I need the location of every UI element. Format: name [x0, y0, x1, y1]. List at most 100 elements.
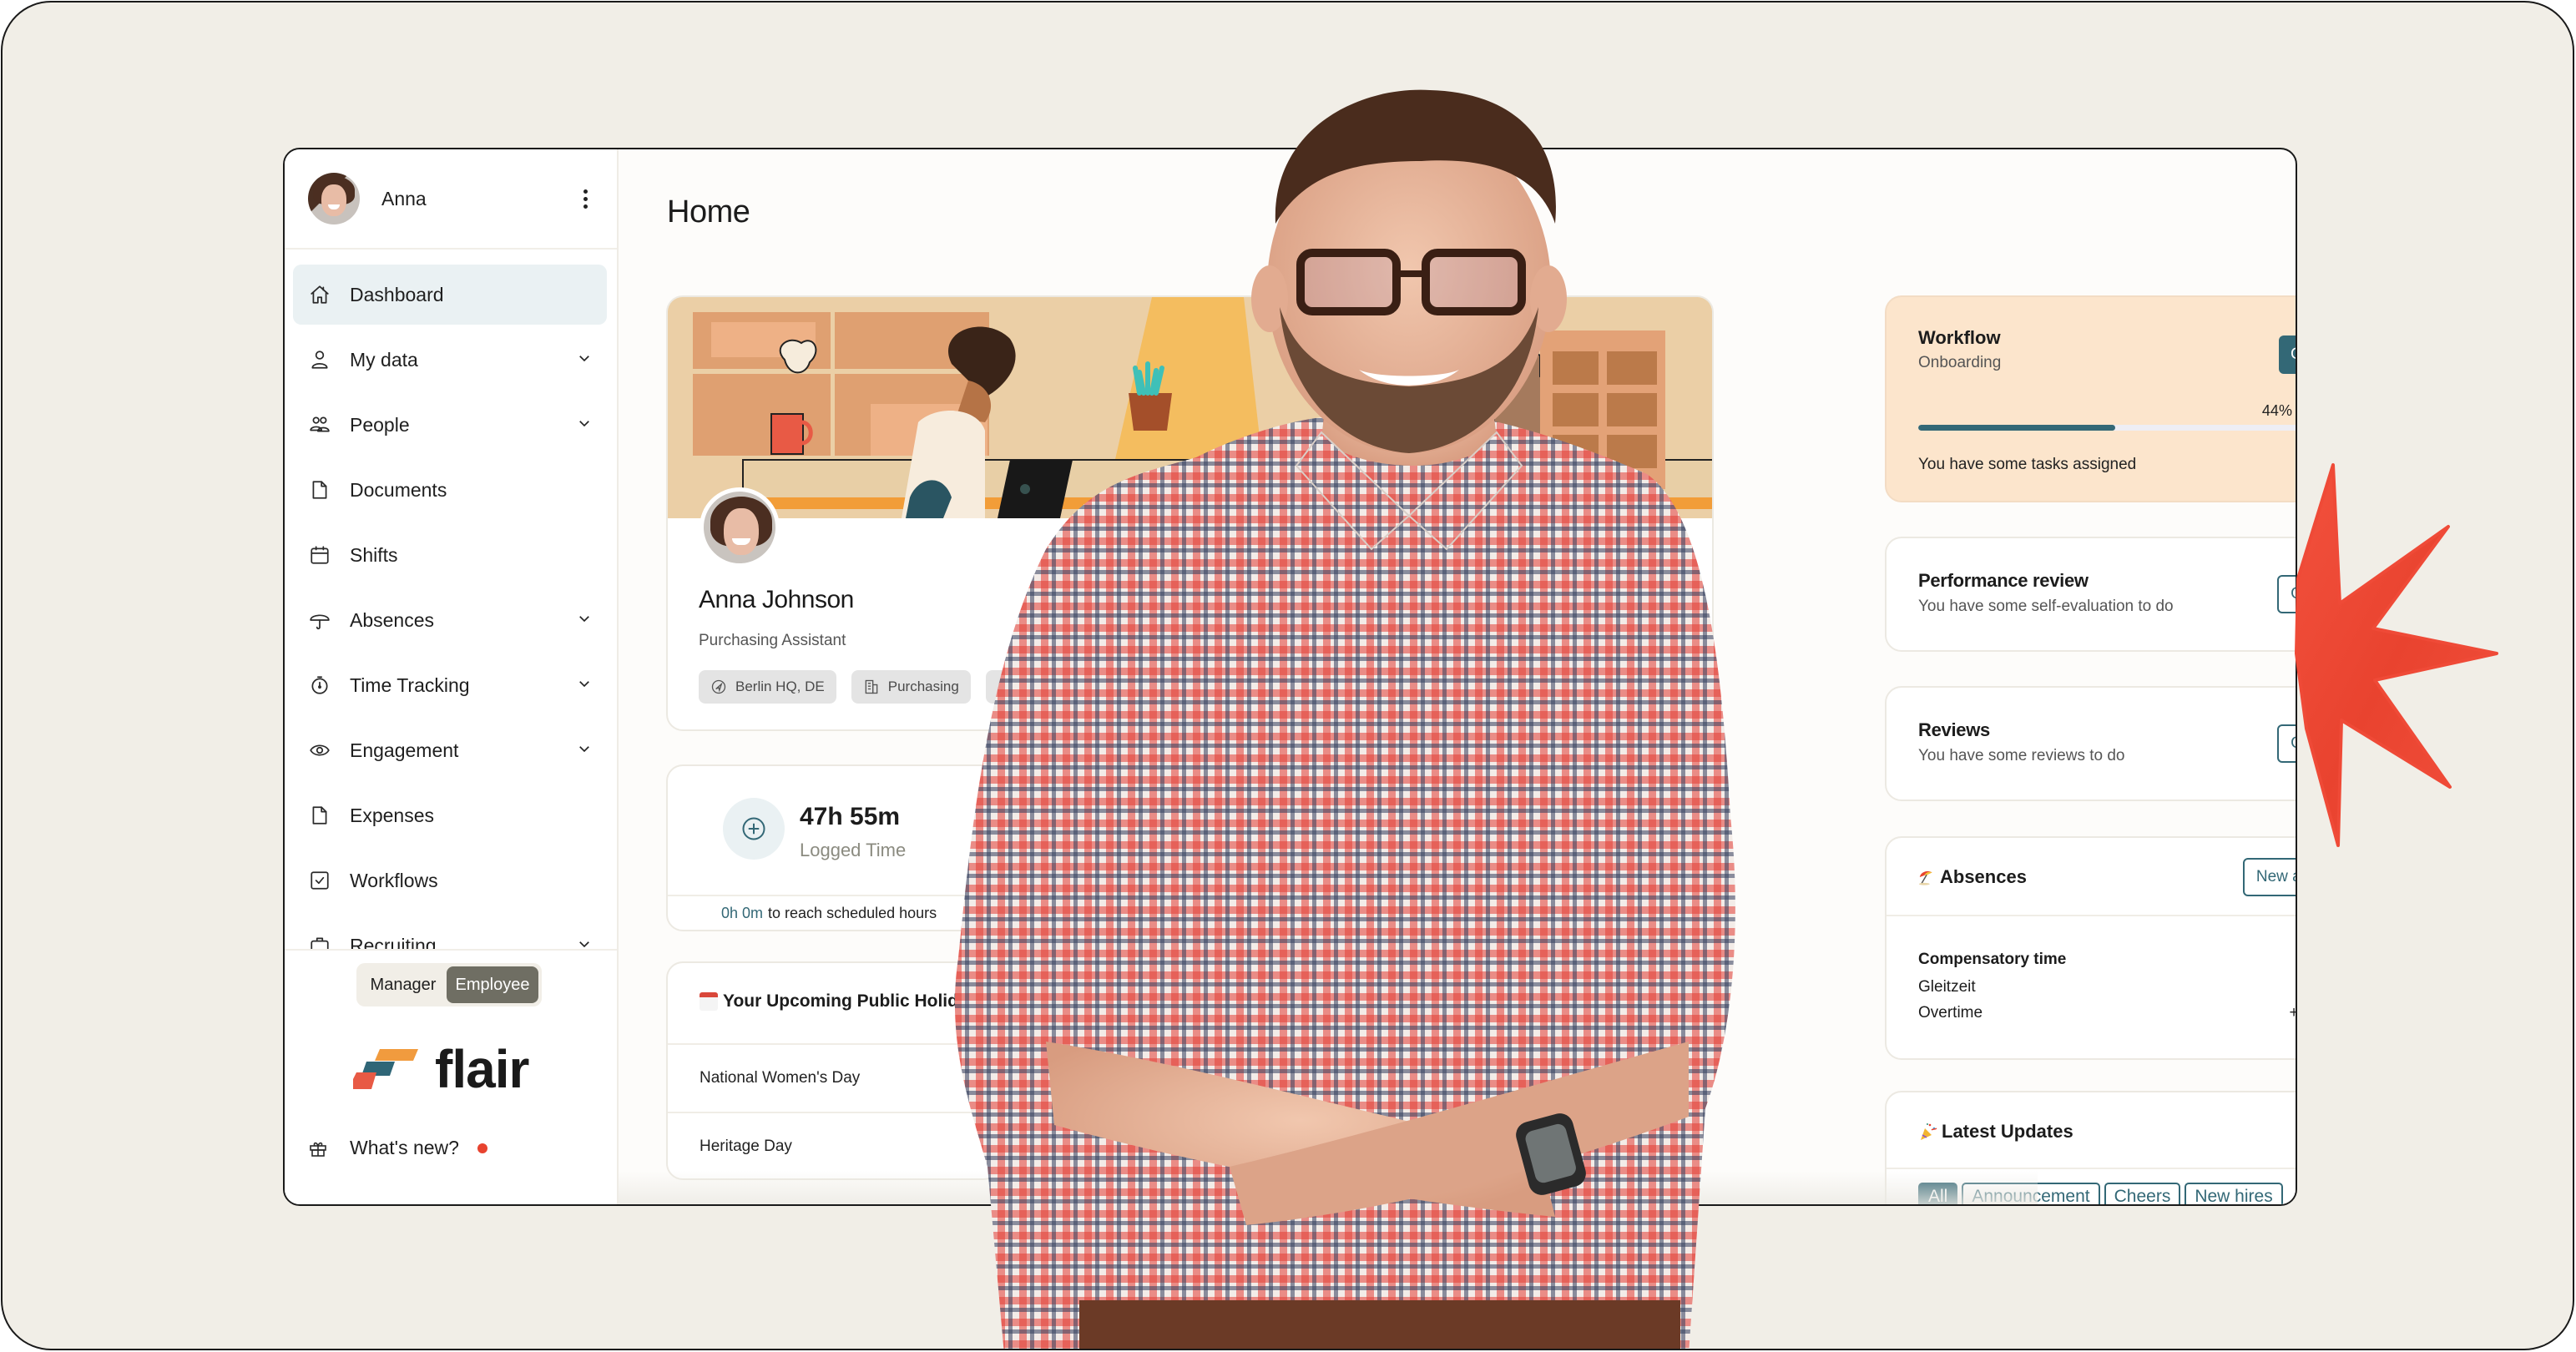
notification-dot: [477, 1143, 487, 1153]
latest-updates-title-text: Latest Updates: [1942, 1121, 2073, 1142]
gift-icon: [310, 1142, 326, 1157]
whats-new-label: What's new?: [350, 1137, 459, 1158]
filter-announcement[interactable]: Announcement: [1962, 1183, 2100, 1204]
holiday-item[interactable]: National Women's Day: [668, 1043, 998, 1112]
sidebar-item-dashboard[interactable]: Dashboard: [293, 265, 607, 325]
row-value: +8h 28m: [2290, 1004, 2296, 1022]
filter-all[interactable]: All: [1918, 1183, 1958, 1204]
more-options-icon[interactable]: [575, 186, 595, 211]
party-popper-icon: [1921, 1123, 1937, 1140]
home-icon: [308, 283, 331, 306]
workflow-progress-label: 44% completed: [2261, 402, 2296, 419]
user-name: Anna: [381, 187, 427, 209]
sidebar-item-label: My data: [350, 348, 418, 371]
office-illustration-icon: [668, 297, 1712, 518]
flair-logo: flair: [351, 1042, 529, 1096]
sidebar-item-expenses[interactable]: Expenses: [293, 785, 607, 845]
location-icon: [711, 679, 726, 694]
reviews-subtitle: You have some reviews to do: [1918, 747, 2125, 764]
holidays-title: Your Upcoming Public Holida: [700, 991, 968, 1011]
profile-avatar[interactable]: [700, 487, 780, 568]
sidebar-item-shifts[interactable]: Shifts: [293, 525, 607, 585]
chip-label: 7: [1022, 679, 1031, 694]
filter-cheers[interactable]: Cheers: [2104, 1183, 2181, 1204]
profile-chips: Berlin HQ, DE Purchasing 7: [699, 670, 1043, 704]
updates-filters: All Announcement Cheers New hires: [1918, 1183, 2283, 1204]
chip-label: Purchasing: [887, 679, 959, 694]
chevron-down-icon[interactable]: [577, 741, 592, 760]
profile-role: Purchasing Assistant: [699, 632, 846, 649]
compensatory-time-heading: Compensatory time: [1918, 951, 2067, 968]
calendar-icon: [308, 543, 331, 567]
plus-circle-icon: [742, 817, 765, 840]
chevron-down-icon[interactable]: [577, 936, 592, 950]
reviews-card: Reviews You have some reviews to do Go t…: [1885, 686, 2296, 801]
profile-card: Anna Johnson Purchasing Assistant Berlin…: [666, 295, 1714, 731]
absences-title: Absences: [1918, 866, 2027, 888]
sidebar: Anna Dashboard My data People Documents …: [285, 149, 619, 1204]
divider: [1887, 1168, 2296, 1169]
sidebar-item-people[interactable]: People: [293, 395, 607, 455]
page-title: Home: [667, 194, 750, 230]
holidays-title-text: Your Upcoming Public Holida: [723, 991, 968, 1011]
workflow-card: Workflow Onboarding Continue 44% complet…: [1885, 295, 2296, 502]
sidebar-nav: Dashboard My data People Documents Shift…: [285, 250, 617, 951]
workflow-progress-bar: [1918, 425, 2296, 431]
compensatory-row: Overtime +8h 28m: [1918, 1004, 2296, 1022]
sidebar-item-time-tracking[interactable]: Time Tracking: [293, 655, 607, 715]
continue-button[interactable]: Continue: [2278, 335, 2296, 374]
sidebar-item-label: Time Tracking: [350, 673, 470, 696]
sidebar-item-label: People: [350, 413, 410, 436]
latest-updates-title: Latest Updates: [1918, 1121, 2073, 1143]
document-icon: [308, 478, 331, 502]
app-window: Anna Dashboard My data People Documents …: [283, 148, 2297, 1206]
department-chip[interactable]: Purchasing: [851, 670, 971, 704]
performance-review-card: Performance review You have some self-ev…: [1885, 537, 2296, 652]
sidebar-item-engagement[interactable]: Engagement: [293, 720, 607, 780]
whats-new-link[interactable]: What's new?: [308, 1137, 487, 1159]
stopwatch-icon: [308, 673, 331, 697]
workflow-subtitle: Onboarding: [1918, 354, 2002, 371]
chevron-down-icon[interactable]: [577, 416, 592, 435]
performance-review-subtitle: You have some self-evaluation to do: [1918, 598, 2174, 615]
sidebar-item-workflows[interactable]: Workflows: [293, 850, 607, 911]
holiday-item[interactable]: Heritage Day: [668, 1112, 998, 1178]
compensatory-row: Gleitzeit +1229h: [1918, 978, 2296, 996]
new-absence-button[interactable]: New absence: [2242, 858, 2296, 896]
divider: [1887, 915, 2296, 916]
start-date-chip[interactable]: 7: [985, 670, 1043, 704]
user-icon: [308, 348, 331, 371]
flair-logo-mark-icon: [353, 1049, 418, 1089]
briefcase-icon: [308, 934, 331, 949]
logged-time-value: 47h 55m: [800, 803, 901, 830]
checkbox-icon: [308, 869, 331, 892]
row-label: Overtime: [1918, 1004, 1983, 1022]
scheduled-hours-note: 0h 0m to reach scheduled hours: [668, 895, 998, 930]
sidebar-item-absences[interactable]: Absences: [293, 590, 607, 650]
sidebar-item-label: Recruiting: [350, 934, 437, 951]
public-holidays-card: Your Upcoming Public Holida National Wom…: [666, 961, 1000, 1180]
latest-updates-card: Latest Updates All Announcement Cheers N…: [1885, 1091, 2296, 1204]
avatar[interactable]: [308, 173, 360, 224]
workflow-note: You have some tasks assigned: [1918, 456, 2137, 473]
role-employee-button[interactable]: Employee: [447, 966, 538, 1003]
chevron-down-icon[interactable]: [577, 351, 592, 370]
add-time-button[interactable]: [723, 798, 785, 860]
sidebar-item-label: Engagement: [350, 739, 459, 761]
chevron-down-icon[interactable]: [577, 676, 592, 695]
sidebar-item-documents[interactable]: Documents: [293, 460, 607, 520]
filter-new-hires[interactable]: New hires: [2185, 1183, 2283, 1204]
sidebar-item-label: Absences: [350, 608, 435, 631]
performance-review-title: Performance review: [1918, 570, 2089, 591]
chevron-down-icon[interactable]: [577, 611, 592, 630]
sidebar-item-my-data[interactable]: My data: [293, 330, 607, 390]
umbrella-icon: [308, 608, 331, 632]
location-chip[interactable]: Berlin HQ, DE: [699, 670, 836, 704]
absences-title-text: Absences: [1940, 866, 2027, 887]
role-manager-button[interactable]: Manager: [360, 966, 447, 1003]
building-icon: [865, 679, 878, 694]
remaining-suffix: to reach scheduled hours: [768, 904, 937, 921]
workflow-progress-fill: [1918, 425, 2115, 431]
sidebar-item-label: Documents: [350, 478, 447, 501]
sidebar-item-recruiting[interactable]: Recruiting: [293, 916, 607, 951]
